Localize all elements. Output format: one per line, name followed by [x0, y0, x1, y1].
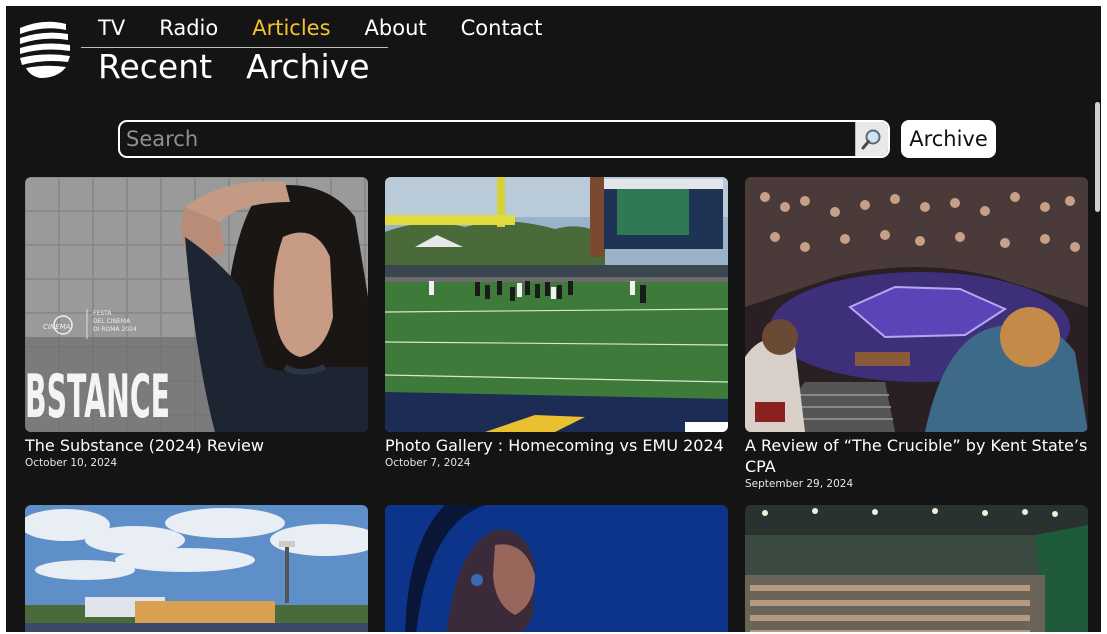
- article-thumbnail-stadium[interactable]: [25, 505, 368, 632]
- article-thumbnail-homecoming[interactable]: [385, 177, 728, 432]
- nav-radio[interactable]: Radio: [159, 14, 218, 42]
- article-thumbnail-portrait[interactable]: [385, 505, 728, 632]
- articles-subnav: Recent Archive: [98, 46, 404, 88]
- blue-portrait-image: [385, 505, 728, 632]
- arena-crowd-image: [745, 505, 1088, 632]
- svg-text:CINEMA: CINEMA: [43, 323, 71, 331]
- search-input[interactable]: [120, 122, 858, 156]
- theater-stage-image: [745, 177, 1088, 432]
- festival-label: FESTA: [93, 310, 112, 317]
- stadium-sky-image: [25, 505, 368, 632]
- search-bar: [118, 120, 890, 158]
- article-thumbnail-arena[interactable]: [745, 505, 1088, 632]
- substance-poster-image: CINEMA FESTA DEL CINEMA DI ROMA 2024 BST…: [25, 177, 368, 432]
- search-button[interactable]: [855, 122, 888, 156]
- article-date: October 7, 2024: [385, 457, 471, 469]
- nav-articles[interactable]: Articles: [252, 14, 330, 42]
- archive-button[interactable]: Archive: [901, 120, 996, 158]
- subnav-archive[interactable]: Archive: [246, 46, 369, 88]
- article-card[interactable]: A Review of “The Crucible” by Kent State…: [745, 177, 1088, 491]
- article-title[interactable]: Photo Gallery : Homecoming vs EMU 2024: [385, 435, 728, 456]
- football-field-image: [385, 177, 728, 432]
- svg-text:DEL CINEMA: DEL CINEMA: [93, 318, 131, 325]
- svg-text:DI ROMA 2024: DI ROMA 2024: [93, 326, 137, 333]
- subnav-recent[interactable]: Recent: [98, 46, 212, 88]
- article-card[interactable]: [745, 505, 1088, 632]
- article-card[interactable]: Photo Gallery : Homecoming vs EMU 2024 O…: [385, 177, 728, 470]
- magnifier-icon: [861, 129, 881, 150]
- main-nav: TV Radio Articles About Contact: [98, 14, 576, 42]
- site-logo-icon[interactable]: [16, 16, 72, 80]
- article-card[interactable]: [25, 505, 368, 632]
- nav-about[interactable]: About: [365, 14, 427, 42]
- article-thumbnail-substance[interactable]: CINEMA FESTA DEL CINEMA DI ROMA 2024 BST…: [25, 177, 368, 432]
- page-frame: TV Radio Articles About Contact Recent A…: [6, 6, 1101, 632]
- nav-tv[interactable]: TV: [98, 14, 125, 42]
- article-thumbnail-crucible[interactable]: [745, 177, 1088, 432]
- page-scrollbar[interactable]: [1095, 102, 1100, 212]
- article-date: September 29, 2024: [745, 478, 854, 490]
- article-title[interactable]: The Substance (2024) Review: [25, 435, 368, 456]
- svg-text:BSTANCE: BSTANCE: [25, 362, 170, 432]
- article-card[interactable]: CINEMA FESTA DEL CINEMA DI ROMA 2024 BST…: [25, 177, 368, 470]
- article-title[interactable]: A Review of “The Crucible” by Kent State…: [745, 435, 1088, 477]
- nav-contact[interactable]: Contact: [461, 14, 543, 42]
- article-card[interactable]: [385, 505, 728, 632]
- article-date: October 10, 2024: [25, 457, 118, 469]
